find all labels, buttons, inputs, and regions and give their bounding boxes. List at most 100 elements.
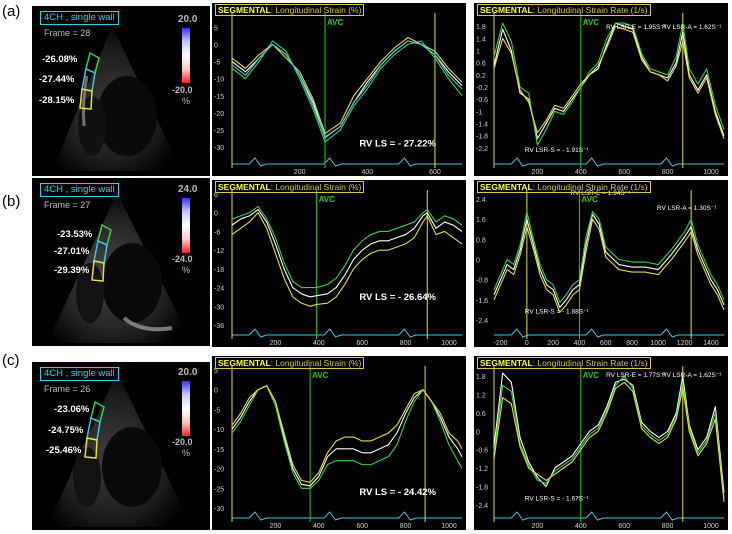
color-scale-bar (182, 198, 190, 253)
view-label: 4CH , single wall (40, 11, 119, 25)
ecg-trace (494, 328, 724, 338)
x-tick-label: 400 (575, 169, 587, 176)
y-tick-label: 0 (214, 42, 218, 49)
avc-label: AVC (583, 18, 600, 27)
chart-annotation: RV LSR-A = 1.30S⁻¹ (657, 205, 717, 212)
x-tick-label: 400 (361, 169, 373, 176)
y-tick-label: -5 (214, 60, 220, 67)
x-tick-label: 400 (313, 523, 325, 530)
y-tick-label: -5 (214, 407, 220, 414)
series-line (493, 25, 725, 139)
ecg-trace (232, 511, 462, 521)
y-tick-label: 5 (214, 25, 218, 32)
segment-value-mid: -27.44% (39, 74, 75, 85)
segment-value-apical: -23.53% (57, 229, 93, 240)
chart-b-strain-rate: 2.4 1.6 0.8 0 -0.8 -1.6 -2.4 -200 0 200 400 600 800 1… (474, 180, 728, 347)
x-tick-label: 800 (662, 169, 674, 176)
segment-basal (79, 88, 93, 110)
chart-annotation: RV LSR-A = 1.62S⁻¹ (662, 24, 722, 31)
y-tick-label: 1.8 (476, 24, 486, 31)
segment-mid (93, 239, 108, 264)
color-scale-bar (182, 381, 190, 436)
x-tick-label: 400 (575, 523, 587, 530)
x-tick-label: -200 (494, 340, 508, 347)
series-line (231, 385, 463, 487)
avc-label: AVC (312, 371, 329, 380)
echo-panel-b: 4CH , single wall Frame = 27 24.0 -24.0 … (32, 178, 210, 346)
chart-title: SEGMENTAL: Longitudinal Strain Rate (1/s… (477, 357, 651, 369)
y-tick-label: 1.8 (476, 374, 486, 381)
y-tick-label: 2.4 (476, 197, 486, 204)
color-scale-bar (182, 28, 190, 83)
y-tick-label: -2.4 (476, 318, 488, 325)
row-label-a: (a) (2, 3, 21, 20)
x-tick-label: 1400 (703, 340, 719, 347)
color-scale-max: 20.0 (178, 14, 198, 25)
y-tick-label: -0.2 (476, 85, 488, 92)
y-tick-label: -25 (214, 486, 224, 493)
segment-mid (81, 67, 96, 92)
x-tick-label: 1000 (441, 340, 457, 347)
chart-title: SEGMENTAL: Longitudinal Strain Rate (1/s… (477, 181, 651, 193)
segment-value-mid: -24.75% (48, 425, 84, 436)
color-scale-unit: % (182, 96, 191, 106)
x-tick-label: 200 (294, 169, 306, 176)
frame-label: Frame = 28 (44, 28, 91, 38)
y-tick-label: 0.6 (476, 411, 486, 418)
chart-c-strain-rate: 1.8 1.2 0.6 0 -0.6 -1.2 -1.8 -2.4 200 400 600 800 10… (474, 356, 728, 530)
x-tick-label: 600 (356, 523, 368, 530)
y-tick-label: -20 (214, 111, 224, 118)
frame-label: Frame = 27 (44, 200, 91, 210)
series-line (493, 375, 725, 499)
avc-label: AVC (319, 195, 336, 204)
ecg-trace (494, 511, 724, 521)
x-tick-label: 200 (547, 340, 559, 347)
color-scale-unit: % (182, 265, 191, 275)
x-tick-label: 400 (313, 340, 325, 347)
y-tick-label: -12 (214, 248, 224, 255)
y-tick-label: 1 (476, 48, 480, 55)
y-tick-label: -1.8 (476, 134, 488, 141)
chart-title: SEGMENTAL: Longitudinal Strain Rate (1/s… (477, 4, 651, 16)
ecg-trace (232, 157, 462, 167)
view-label: 4CH , single wall (40, 183, 119, 197)
y-tick-label: -20 (214, 467, 224, 474)
chart-title: SEGMENTAL: Longitudinal Strain (%) (215, 4, 365, 16)
segment-value-basal: -29.39% (54, 265, 90, 276)
y-tick-label: -0.6 (476, 97, 488, 104)
y-tick-label: 0 (476, 429, 480, 436)
y-tick-label: -25 (214, 128, 224, 135)
y-tick-label: -10 (214, 77, 224, 84)
y-tick-label: -1.8 (476, 485, 488, 492)
x-tick-label: 200 (270, 523, 282, 530)
y-tick-label: -15 (214, 94, 224, 101)
chart-annotation: RV LSR-S = - 1.67S⁻¹ (525, 495, 590, 502)
x-tick-label: 200 (532, 523, 544, 530)
segment-value-basal: -25.46% (46, 445, 82, 456)
series-line (231, 40, 463, 143)
avc-label: AVC (327, 18, 344, 27)
y-tick-label: -30 (214, 145, 224, 152)
echo-panel-c: 4CH , single wall Frame = 26 20.0 -20.0 … (32, 362, 210, 530)
echo-panel-a: 4CH , single wall Frame = 28 20.0 -20.0 … (32, 6, 210, 176)
y-tick-label: -10 (214, 427, 224, 434)
y-tick-label: -1.2 (476, 466, 488, 473)
x-tick-label: 600 (618, 169, 630, 176)
x-tick-label: 1000 (441, 523, 457, 530)
x-tick-label: 200 (270, 340, 282, 347)
y-tick-label: -6 (214, 229, 220, 236)
color-scale-max: 24.0 (178, 184, 198, 195)
segment-basal (91, 260, 105, 282)
segment-mid (86, 416, 101, 441)
segment-value-apical: -26.08% (42, 54, 78, 65)
y-tick-label: 5 (214, 368, 218, 375)
x-tick-label: 800 (626, 340, 638, 347)
x-tick-label: 200 (532, 169, 544, 176)
chart-annotation: RV LS = - 27.22% (359, 139, 436, 150)
chart-annotation: RV LSR-S = - 1.88S⁻¹ (525, 309, 590, 316)
chart-c-strain: 5 0 -5 -10 -15 -20 -25 -30 200 400 600 800 1000 AVC RV… (212, 356, 466, 530)
chart-annotation: RV LSR-E = 1.77S⁻¹ (606, 372, 667, 379)
x-tick-label: 1000 (650, 340, 666, 347)
chart-annotation: RV LS = - 26.64% (359, 292, 436, 303)
chart-annotation: RV LS = - 24.42% (359, 487, 436, 498)
